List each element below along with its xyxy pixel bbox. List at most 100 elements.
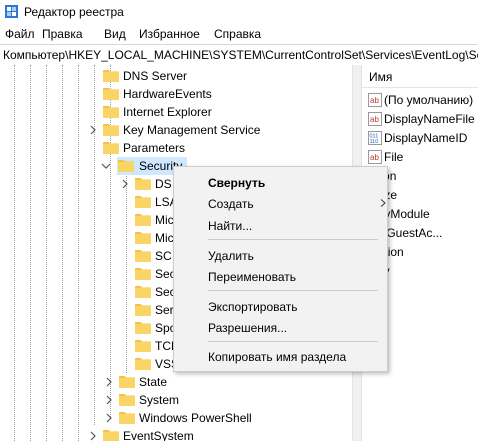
folder-icon [135,250,151,262]
menu-file[interactable]: Файл [5,27,35,41]
tree-item-internet-explorer[interactable]: Internet Explorer [103,103,343,121]
menu-edit[interactable]: Правка [42,27,83,41]
tree-item-label: DS [155,177,172,191]
string-value-icon: ab [368,93,382,107]
folder-open-icon [118,160,134,172]
folder-icon [135,340,151,352]
tree-item-sc[interactable]: SC [135,247,175,265]
tree-item-mic-1[interactable]: Mic [135,211,175,229]
value-name: File [384,150,404,164]
window-title: Редактор реестра [24,5,124,19]
chevron-right-icon[interactable] [87,430,99,441]
column-header-label: Имя [369,70,393,84]
folder-icon [103,142,119,154]
tree-item-parameters[interactable]: Parameters [103,139,343,157]
menu-item-collapse[interactable]: Свернуть [208,176,265,190]
tree-item-dns-server[interactable]: DNS Server [103,67,343,85]
tree-item-sec-1[interactable]: Sec [135,265,176,283]
address-path[interactable]: Компьютер\HKEY_LOCAL_MACHINE\SYSTEM\Curr… [3,48,478,62]
chevron-right-icon [380,199,386,207]
registry-editor-icon [5,5,18,18]
menu-item-copy-key-name[interactable]: Копировать имя раздела [208,350,346,364]
tree-item-label: System [139,393,180,407]
menu-item-delete[interactable]: Удалить [208,249,254,263]
tree-item-label: EventSystem [123,429,194,441]
tree-item-label: Internet Explorer [123,105,212,119]
folder-icon [119,412,135,424]
tree-item-label: DNS Server [123,69,188,83]
tree-item-sec-2[interactable]: Sec [135,283,176,301]
folder-icon [135,232,151,244]
tree-guide [14,65,15,441]
folder-icon [103,124,119,136]
tree-item-label: Parameters [123,141,186,155]
value-name: DisplayNameID [384,131,468,145]
folder-icon [103,70,119,82]
tree-item-hardwareevents[interactable]: HardwareEvents [103,85,343,103]
string-value-icon: ab [368,150,382,164]
tree-item-mic-2[interactable]: Mic [135,229,175,247]
menu-bar: Файл Правка Вид Избранное Справка [0,24,478,44]
menu-item-create[interactable]: Создать [208,197,254,211]
folder-icon [135,214,151,226]
string-value-icon: ab [368,112,382,126]
tree-guide [62,65,63,441]
tree-item-label: Key Management Service [123,123,261,137]
folder-icon [135,178,151,190]
chevron-right-icon[interactable] [87,124,99,136]
tree-item-spo[interactable]: Spo [135,319,176,337]
folder-icon [103,106,119,118]
tree-guide [126,173,127,373]
tree-item-serv[interactable]: Serv [135,301,180,319]
menu-help[interactable]: Справка [214,27,261,41]
svg-text:ab: ab [370,96,379,105]
menu-view[interactable]: Вид [104,27,126,41]
menu-item-export[interactable]: Экспортировать [208,300,298,314]
tree-guide [78,65,79,441]
chevron-right-icon[interactable] [103,376,115,388]
title-bar: Редактор реестра [0,0,478,24]
menu-separator [208,290,378,291]
tree-item-label: State [139,375,168,389]
chevron-right-icon[interactable] [103,412,115,424]
tree-item-system[interactable]: System [106,391,343,409]
tree-item-key-management-service[interactable]: Key Management Service [90,121,343,139]
menu-separator [208,341,378,342]
folder-icon [135,196,151,208]
menu-item-rename[interactable]: Переименовать [208,270,296,284]
tree-item-lsa[interactable]: LSA [135,193,178,211]
folder-icon [103,430,119,441]
tree-item-tcp[interactable]: TCP [135,337,179,355]
chevron-right-icon[interactable] [103,394,115,406]
folder-icon [103,88,119,100]
tree-item-eventsystem[interactable]: EventSystem [90,427,343,441]
tree-item-label: Mic [155,231,174,245]
chevron-right-icon[interactable] [119,178,131,190]
menu-favorites[interactable]: Избранное [139,27,200,41]
column-header-name[interactable]: Имя [362,65,478,88]
context-menu: Свернуть Создать Найти... Удалить Переим… [173,166,388,372]
tree-item-label: Windows PowerShell [139,411,252,425]
address-bar[interactable]: Компьютер\HKEY_LOCAL_MACHINE\SYSTEM\Curr… [0,44,478,66]
svg-text:110: 110 [370,139,379,145]
tree-item-state[interactable]: State [106,373,343,391]
chevron-down-icon[interactable] [100,160,112,172]
menu-separator [208,239,378,240]
value-name: (По умолчанию) [384,93,474,107]
tree-guide [46,65,47,441]
folder-icon [135,268,151,280]
menu-item-permissions[interactable]: Разрешения... [208,321,287,335]
tree-item-vss[interactable]: VSS [135,355,179,373]
menu-item-find[interactable]: Найти... [208,219,252,233]
value-name: DisplayNameFile [384,112,475,126]
svg-text:ab: ab [370,115,379,124]
tree-guide [30,65,31,441]
tree-item-ds[interactable]: DS [122,175,175,193]
tree-item-label: Mic [155,213,174,227]
folder-icon [135,358,151,370]
tree-item-windows-powershell[interactable]: Windows PowerShell [106,409,343,427]
tree-guide [94,65,95,425]
tree-item-label: HardwareEvents [123,87,212,101]
svg-text:ab: ab [370,153,379,162]
binary-value-icon: 011110 [368,131,382,145]
